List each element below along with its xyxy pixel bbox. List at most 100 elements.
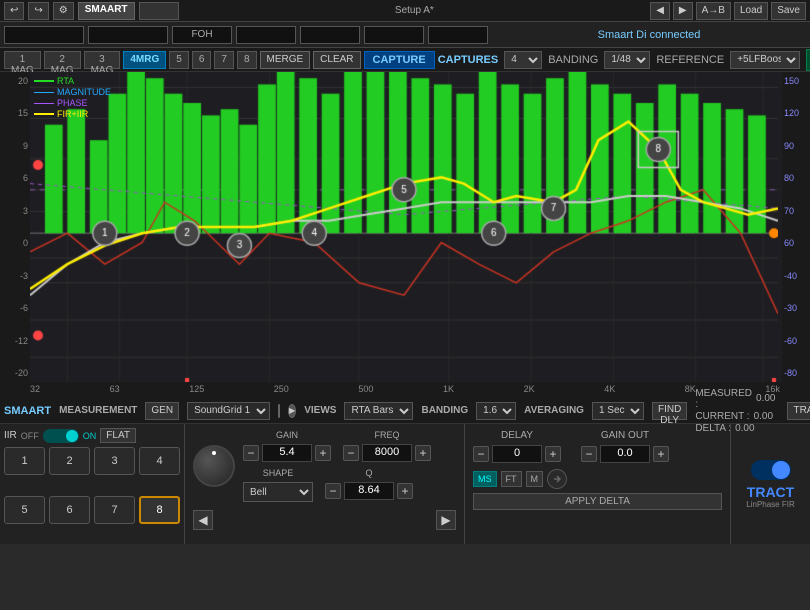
eq-next-btn[interactable]: ▶ — [436, 510, 456, 530]
toggle-knob — [66, 430, 78, 442]
eq-btn-5[interactable]: 5 — [4, 496, 45, 524]
banding-header: BANDING — [548, 54, 598, 66]
nav-back-button[interactable]: ◀ — [650, 2, 670, 20]
freq-label: FREQ — [343, 430, 431, 440]
reference-header: REFERENCE — [656, 54, 724, 66]
play-stop-btn[interactable] — [278, 404, 280, 418]
gain-out-group: GAIN OUT − 0.0 + — [581, 430, 669, 463]
soundgrid-select[interactable]: SoundGrid 1 — [187, 402, 270, 420]
x-axis: 32631252505001K2K4K8K16k — [0, 382, 810, 398]
delay-group: DELAY − 0 + — [473, 430, 561, 463]
gain-out-minus-btn[interactable]: − — [581, 446, 597, 462]
eq-btn-8[interactable]: 8 — [139, 496, 180, 524]
views-label: VIEWS — [304, 405, 336, 416]
chart-legend: RTA MAGNITUDE PHASE FIR+IIR — [34, 76, 111, 119]
knob-dot — [212, 451, 216, 455]
eq-right-panel: DELAY − 0 + GAIN OUT − 0.0 + MS FT M — [465, 424, 730, 544]
captures-header: CAPTURES — [438, 54, 499, 66]
capture-button[interactable]: CAPTURE — [364, 51, 435, 69]
delay-minus-btn[interactable]: − — [473, 446, 489, 462]
gain-plus-btn[interactable]: + — [315, 445, 331, 461]
apply-delta-button[interactable]: APPLY DELTA — [473, 493, 722, 510]
q-minus-btn[interactable]: − — [325, 483, 341, 499]
shape-select[interactable]: Bell Low Shelf High Shelf Low Pass High … — [243, 482, 313, 502]
freq-plus-btn[interactable]: + — [415, 445, 431, 461]
iir-toggle[interactable] — [43, 429, 79, 443]
banding-ctrl-label: BANDING — [421, 405, 468, 416]
banding-ctrl-select[interactable]: 1.6 — [476, 402, 516, 420]
gain-out-plus-btn[interactable]: + — [653, 446, 669, 462]
q-group: Q − 8.64 + — [325, 468, 413, 502]
tract-toggle-knob — [772, 461, 790, 479]
eq-btn-7[interactable]: 7 — [94, 496, 135, 524]
banding-select[interactable]: 1/481/241/12 — [604, 51, 650, 69]
gain-minus-btn[interactable]: − — [243, 445, 259, 461]
link-btn[interactable] — [547, 469, 567, 489]
ms-button[interactable]: MS — [473, 471, 497, 487]
eq-btn-2[interactable]: 2 — [49, 447, 90, 475]
iir-toggle-row: IIR OFF ON FLAT — [4, 428, 180, 443]
merge-button[interactable]: MERGE — [260, 51, 311, 69]
tab-2mag[interactable]: 2 MAG — [44, 51, 81, 69]
save-button[interactable]: Save — [771, 2, 806, 20]
reference-select[interactable]: +5LFBoost — [730, 51, 800, 69]
gain-out-value: 0.0 — [600, 445, 650, 463]
foh-input[interactable]: FOH — [172, 26, 232, 44]
flat-button[interactable]: FLAT — [100, 428, 136, 443]
smaart-label: SMAART — [4, 405, 51, 417]
load-button[interactable]: Load — [734, 2, 768, 20]
views-select[interactable]: RTA Bars — [344, 402, 413, 420]
iir-label: IIR — [4, 430, 17, 441]
eq-btn-6[interactable]: 6 — [49, 496, 90, 524]
tab-1mag[interactable]: 1 MAG — [4, 51, 41, 69]
freq-value: 8000 — [362, 444, 412, 462]
q-label: Q — [325, 468, 413, 478]
find-dly-button[interactable]: FIND DLY — [652, 402, 687, 420]
delay-value: 0 — [492, 445, 542, 463]
tab-7[interactable]: 7 — [214, 51, 234, 69]
shape-group: SHAPE Bell Low Shelf High Shelf Low Pass… — [243, 468, 313, 502]
gen-button[interactable]: GEN — [145, 402, 179, 420]
ft-button[interactable]: FT — [501, 471, 522, 487]
measurement-label: MEASUREMENT — [59, 405, 137, 416]
gain-out-label: GAIN OUT — [581, 430, 669, 441]
tract-section: TRACT LinPhase FIR — [730, 424, 810, 544]
q-value: 8.64 — [344, 482, 394, 500]
eq-section: IIR OFF ON FLAT 1 2 3 4 5 6 7 8 — [0, 424, 810, 544]
captures-select[interactable]: 4816 — [504, 51, 542, 69]
setup-label: Setup A* — [183, 5, 647, 16]
q-plus-btn[interactable]: + — [397, 483, 413, 499]
tab-6[interactable]: 6 — [192, 51, 212, 69]
eq-btn-4[interactable]: 4 — [139, 447, 180, 475]
ab-button[interactable]: A→B — [696, 2, 731, 20]
freq-minus-btn[interactable]: − — [343, 445, 359, 461]
second-bar: FOH Smaart Di connected — [0, 22, 810, 48]
settings-button[interactable]: ⚙ — [53, 2, 74, 20]
eq-btn-1[interactable]: 1 — [4, 447, 45, 475]
nav-fwd-button[interactable]: ▶ — [673, 2, 693, 20]
top-bar: ↩ ↪ ⚙ SMAART Setup A* ◀ ▶ A→B Load Save — [0, 0, 810, 22]
brand-label: SMAART — [78, 2, 135, 20]
averaging-select[interactable]: 1 Sec — [592, 402, 644, 420]
tab-mrg[interactable]: 4MRG — [123, 51, 166, 69]
eq-left-panel: IIR OFF ON FLAT 1 2 3 4 5 6 7 8 — [0, 424, 185, 544]
eq-power-knob[interactable] — [193, 445, 235, 487]
track-button[interactable]: TRACK — [787, 402, 810, 420]
delay-plus-btn[interactable]: + — [545, 446, 561, 462]
eq-prev-btn[interactable]: ◀ — [193, 510, 213, 530]
eq-btn-3[interactable]: 3 — [94, 447, 135, 475]
tract-toggle[interactable] — [751, 460, 791, 480]
eq-number-grid: 1 2 3 4 5 6 7 8 — [4, 447, 180, 540]
tab-5[interactable]: 5 — [169, 51, 189, 69]
tab-3mag[interactable]: 3 MAG — [84, 51, 121, 69]
tab-8[interactable]: 8 — [237, 51, 257, 69]
y-axis-left: 20159630-3-6-12-20 — [0, 72, 30, 382]
chart-canvas-area[interactable]: RTA MAGNITUDE PHASE FIR+IIR — [30, 72, 782, 382]
clear-button[interactable]: CLEAR — [313, 51, 360, 69]
undo-button[interactable]: ↩ — [4, 2, 24, 20]
m-button[interactable]: M — [526, 471, 544, 487]
record-btn[interactable]: ▶ — [288, 404, 296, 418]
y-axis-right: 15012090807060-40-30-60-80 — [782, 72, 810, 382]
redo-button[interactable]: ↪ — [28, 2, 48, 20]
tract-sub-label: LinPhase FIR — [746, 500, 794, 509]
